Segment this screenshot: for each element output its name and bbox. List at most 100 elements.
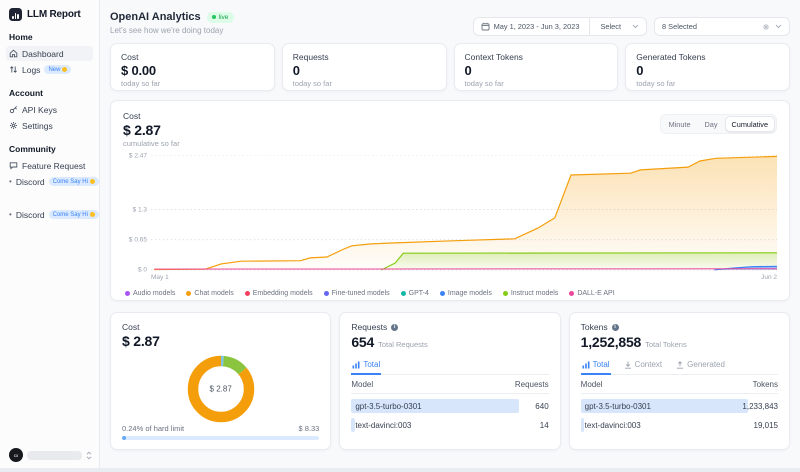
sidebar: LLM Report Home Dashboard Logs New Accou…	[0, 0, 100, 472]
card-title: Requests	[351, 322, 387, 332]
stat-label: Requests	[293, 52, 436, 62]
sidebar-item-settings[interactable]: Settings	[6, 118, 93, 133]
logo-text: LLM Report	[27, 9, 81, 20]
legend-item: Chat models	[186, 290, 233, 297]
legend-dot-icon	[440, 291, 445, 296]
page-subtitle: Let's see how we're doing today	[110, 26, 234, 35]
app: LLM Report Home Dashboard Logs New Accou…	[0, 0, 800, 472]
calendar-icon	[481, 22, 490, 31]
legend-item: GPT-4	[401, 290, 429, 297]
sidebar-item-logs[interactable]: Logs New	[6, 62, 93, 77]
chevron-down-icon	[775, 24, 782, 29]
sidebar-item-feature-request[interactable]: Feature Request	[6, 158, 93, 173]
tab-generated[interactable]: Generated	[675, 358, 726, 375]
logs-new-badge: New	[44, 65, 71, 74]
waving-hand-icon	[90, 179, 95, 184]
username-skeleton	[27, 451, 82, 460]
waving-hand-icon	[90, 212, 95, 217]
cost-donut-chart: $ 2.87	[182, 350, 260, 428]
legend-item: Embedding models	[245, 290, 313, 297]
hard-limit-progress	[122, 436, 319, 440]
bar-chart-icon	[582, 361, 590, 369]
sidebar-item-label: Dashboard	[22, 49, 64, 59]
table-row[interactable]: gpt-3.5-turbo-0301 1,233,843	[581, 399, 778, 413]
live-dot-icon	[212, 15, 216, 19]
stat-label: Generated Tokens	[636, 52, 779, 62]
select-dropdown[interactable]: Select	[594, 22, 623, 31]
card-caption: Total Requests	[378, 340, 428, 349]
stat-value: 0	[465, 63, 608, 78]
info-icon[interactable]: i	[391, 324, 398, 331]
requests-table: Model Requests gpt-3.5-turbo-0301 640 te…	[351, 375, 548, 432]
legend-item: Fine-tuned models	[324, 290, 390, 297]
card-title: Cost	[122, 322, 319, 332]
user-menu[interactable]: cx	[9, 448, 92, 462]
range-minute-button[interactable]: Minute	[662, 116, 698, 132]
chart-caption: cumulative so far	[123, 139, 777, 148]
stat-label: Cost	[121, 52, 264, 62]
live-badge: live	[207, 12, 235, 23]
main-content: OpenAI Analytics live Let's see how we'r…	[100, 0, 800, 472]
table-row[interactable]: text-davinci:003 19,015	[581, 418, 778, 432]
range-day-button[interactable]: Day	[698, 116, 725, 132]
stat-caption: today so far	[293, 79, 436, 88]
card-value: 1,252,858	[581, 334, 641, 350]
info-icon[interactable]: i	[612, 324, 619, 331]
date-range-value: May 1, 2023 - Jun 3, 2023	[494, 22, 580, 31]
bee-icon	[62, 67, 67, 72]
tab-context[interactable]: Context	[623, 358, 664, 375]
hard-limit-label: 0.24% of hard limit	[122, 424, 184, 433]
row-value: 1,233,843	[742, 402, 778, 411]
sidebar-item-label: Feature Request	[22, 161, 85, 171]
stat-caption: today so far	[636, 79, 779, 88]
sidebar-item-label: Settings	[22, 121, 53, 131]
tab-total[interactable]: Total	[581, 358, 611, 375]
card-value: 654	[351, 334, 374, 350]
row-value: 14	[540, 421, 549, 430]
card-title: Tokens	[581, 322, 608, 332]
legend-item: Instruct models	[503, 290, 558, 297]
sidebar-item-label: Logs	[22, 65, 40, 75]
legend-dot-icon	[503, 291, 508, 296]
hard-limit-row: 0.24% of hard limit $ 8.33	[122, 424, 319, 433]
sidebar-section-home: Home	[9, 32, 90, 42]
legend-dot-icon	[324, 291, 329, 296]
avatar: cx	[9, 448, 23, 462]
tab-total[interactable]: Total	[351, 358, 381, 375]
tokens-card: Tokens i 1,252,858 Total Tokens Total Co…	[569, 312, 790, 450]
sidebar-item-dashboard[interactable]: Dashboard	[6, 46, 93, 61]
discord-badge-1: Come Say Hi	[49, 177, 99, 186]
tokens-table: Model Tokens gpt-3.5-turbo-0301 1,233,84…	[581, 375, 778, 432]
table-row[interactable]: gpt-3.5-turbo-0301 640	[351, 399, 548, 413]
divider	[589, 17, 590, 36]
sidebar-item-api-keys[interactable]: API Keys	[6, 102, 93, 117]
donut-center-label: $ 2.87	[210, 385, 232, 394]
model-name: gpt-3.5-turbo-0301	[351, 402, 421, 411]
logo[interactable]: LLM Report	[9, 8, 90, 21]
table-row[interactable]: text-davinci:003 14	[351, 418, 548, 432]
sidebar-item-discord-2[interactable]: • Discord Come Say Hi	[6, 207, 93, 222]
model-name: text-davinci:003	[351, 421, 411, 430]
cost-chart: $ 2.47 $ 1.3 $ 0.65 $ 0	[123, 155, 777, 271]
stat-caption: today so far	[465, 79, 608, 88]
requests-card: Requests i 654 Total Requests Total Mode…	[339, 312, 560, 450]
legend-dot-icon	[401, 291, 406, 296]
range-cumulative-button[interactable]: Cumulative	[725, 116, 776, 132]
requests-tabs: Total	[351, 358, 548, 375]
stat-value: $ 0.00	[121, 63, 264, 78]
bullet-icon: •	[9, 210, 12, 219]
stat-card-cost: Cost $ 0.00 today so far	[110, 43, 275, 91]
logs-icon	[9, 65, 18, 74]
discord-badge-2: Come Say Hi	[49, 210, 99, 219]
date-range-picker[interactable]: May 1, 2023 - Jun 3, 2023 Select	[473, 17, 647, 36]
x-axis-labels: May 1 Jun 2	[151, 274, 777, 281]
model-name: text-davinci:003	[581, 421, 641, 430]
sidebar-item-discord-1[interactable]: • Discord Come Say Hi	[6, 174, 93, 189]
stat-label: Context Tokens	[465, 52, 608, 62]
chat-bubble-icon	[9, 161, 18, 170]
card-caption: Total Tokens	[645, 340, 687, 349]
models-dropdown[interactable]: 8 Selected	[654, 17, 790, 36]
bullet-icon: •	[9, 177, 12, 186]
chevron-updown-icon	[86, 451, 92, 460]
page-title: OpenAI Analytics	[110, 11, 201, 23]
